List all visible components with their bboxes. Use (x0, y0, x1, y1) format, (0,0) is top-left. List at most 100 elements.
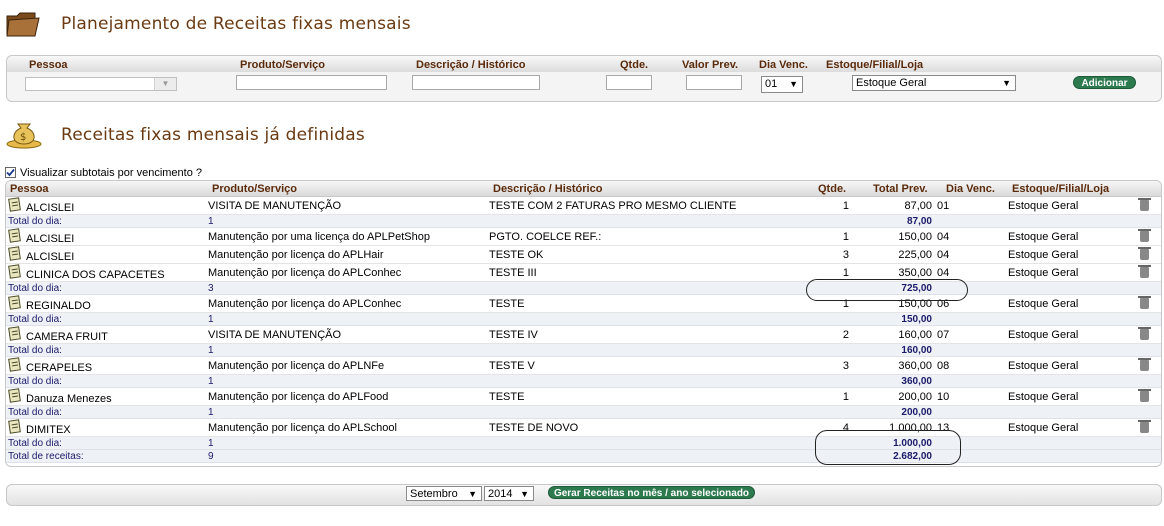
cell-estoque: Estoque Geral (1008, 200, 1079, 212)
subtotal-checkbox-label: Visualizar subtotais por vencimento ? (20, 167, 203, 179)
cell-estoque: Estoque Geral (1008, 267, 1079, 279)
cell-estoque: Estoque Geral (1008, 231, 1079, 243)
table-row[interactable]: CLINICA DOS CAPACETES Manutenção por lice… (6, 264, 1161, 282)
table-row[interactable]: Danuza Menezes Manutenção por licença do … (6, 388, 1161, 406)
highlight-oval (806, 279, 968, 301)
col-dia: Dia Venc. (946, 183, 995, 195)
trash-icon[interactable] (1138, 265, 1151, 278)
chevron-down-icon: ▼ (468, 489, 477, 499)
table-row[interactable]: DIMITEX Manutenção por licença do APLScho… (6, 419, 1161, 437)
folder-icon (5, 10, 41, 38)
edit-note-icon[interactable] (8, 419, 21, 434)
table-row[interactable]: CAMERA FRUIT VISITA DE MANUTENÇÃO TESTE IV… (6, 326, 1161, 344)
cell-produto: Manutenção por licença do APLConhec (208, 267, 402, 279)
year-select-value: 2014 (488, 488, 513, 500)
chevron-down-icon: ▼ (154, 78, 176, 90)
subtotal-checkbox[interactable] (5, 167, 16, 178)
edit-note-icon[interactable] (8, 246, 21, 261)
edit-note-icon[interactable] (8, 326, 21, 341)
table-row[interactable]: ALCISLEI Manutenção por licença do APLHai… (6, 246, 1161, 264)
valor-input[interactable] (686, 75, 742, 90)
month-select[interactable]: Setembro ▼ (406, 486, 482, 501)
cell-dia: 07 (937, 329, 950, 341)
table-row[interactable]: ALCISLEI Manutenção por uma licença do AP… (6, 228, 1161, 246)
total-label: Total do dia: (8, 407, 62, 418)
section-title: Receitas fixas mensais já definidas (61, 125, 365, 145)
total-value: 160,00 (901, 345, 932, 356)
total-count: 1 (208, 345, 214, 356)
qtde-input[interactable] (606, 75, 652, 90)
cell-qtde: 1 (842, 200, 849, 212)
chevron-down-icon: ▼ (789, 79, 798, 89)
cell-qtde: 3 (842, 360, 849, 372)
cell-descricao: PGTO. COELCE REF.: (489, 231, 602, 243)
add-button[interactable]: Adicionar (1073, 76, 1136, 89)
total-label: Total do dia: (8, 314, 62, 325)
cell-dia: 04 (937, 231, 950, 243)
day-total-row: Total do dia: 1 1.000,00 (6, 437, 1161, 450)
col-pessoa: Pessoa (10, 183, 49, 195)
total-label: Total do dia: (8, 438, 62, 449)
cell-total: 225,00 (898, 249, 932, 261)
cell-dia: 01 (937, 200, 950, 212)
total-label: Total do dia: (8, 216, 62, 227)
col-total: Total Prev. (873, 183, 928, 195)
money-bag-icon: $ (5, 116, 43, 150)
dia-select[interactable]: 01 ▼ (761, 76, 803, 93)
page-title: Planejamento de Receitas fixas mensais (61, 14, 411, 34)
label-descricao: Descrição / Histórico (416, 59, 526, 71)
total-count: 9 (208, 451, 214, 462)
total-count: 1 (208, 216, 214, 227)
check-icon (6, 168, 15, 177)
year-select[interactable]: 2014 ▼ (484, 486, 534, 501)
total-count: 1 (208, 407, 214, 418)
cell-dia: 04 (937, 249, 950, 261)
edit-note-icon[interactable] (8, 264, 21, 279)
col-produto: Produto/Serviço (212, 183, 297, 195)
cell-qtde: 1 (842, 231, 849, 243)
trash-icon[interactable] (1138, 327, 1151, 340)
estoque-select[interactable]: Estoque Geral ▼ (852, 75, 1016, 91)
label-valor: Valor Prev. (682, 59, 739, 71)
trash-icon[interactable] (1138, 198, 1151, 211)
descricao-input[interactable] (412, 75, 540, 90)
col-qtde: Qtde. (818, 183, 847, 195)
day-total-row: Total do dia: 1 360,00 (6, 375, 1161, 388)
generate-button[interactable]: Gerar Receitas no mês / ano selecionado (548, 486, 755, 499)
cell-pessoa: Danuza Menezes (26, 393, 112, 405)
edit-note-icon[interactable] (8, 388, 21, 403)
edit-note-icon[interactable] (8, 357, 21, 372)
cell-total: 200,00 (898, 391, 932, 403)
edit-note-icon[interactable] (8, 228, 21, 243)
edit-note-icon[interactable] (8, 295, 21, 310)
edit-note-icon[interactable] (8, 197, 21, 212)
table-row[interactable]: CERAPELES Manutenção por licença do APLNF… (6, 357, 1161, 375)
total-value: 360,00 (901, 376, 932, 387)
cell-descricao: TESTE OK (489, 249, 544, 261)
trash-icon[interactable] (1138, 358, 1151, 371)
total-value: 87,00 (906, 216, 932, 227)
table-row[interactable]: REGINALDO Manutenção por licença do APLCo… (6, 295, 1161, 313)
trash-icon[interactable] (1138, 296, 1151, 309)
trash-icon[interactable] (1138, 420, 1151, 433)
cell-produto: Manutenção por licença do APLSchool (208, 422, 397, 434)
label-pessoa: Pessoa (29, 59, 68, 71)
highlight-oval (815, 430, 961, 465)
trash-icon[interactable] (1138, 247, 1151, 260)
cell-pessoa: CAMERA FRUIT (26, 331, 108, 343)
cell-descricao: TESTE III (489, 267, 537, 279)
cell-estoque: Estoque Geral (1008, 422, 1079, 434)
total-value: 200,00 (901, 407, 932, 418)
cell-descricao: TESTE COM 2 FATURAS PRO MESMO CLIENTE (489, 200, 737, 212)
trash-icon[interactable] (1138, 229, 1151, 242)
cell-pessoa: DIMITEX (26, 424, 71, 436)
produto-input[interactable] (236, 75, 387, 90)
cell-produto: VISITA DE MANUTENÇÃO (208, 200, 342, 212)
table-row[interactable]: ALCISLEI VISITA DE MANUTENÇÃO TESTE COM 2 … (6, 197, 1161, 215)
pessoa-combobox[interactable]: ▼ (25, 77, 177, 91)
trash-icon[interactable] (1138, 389, 1151, 402)
cell-qtde: 3 (842, 249, 849, 261)
total-label: Total do dia: (8, 283, 62, 294)
chevron-down-icon: ▼ (1002, 78, 1011, 88)
cell-descricao: TESTE (489, 298, 525, 310)
